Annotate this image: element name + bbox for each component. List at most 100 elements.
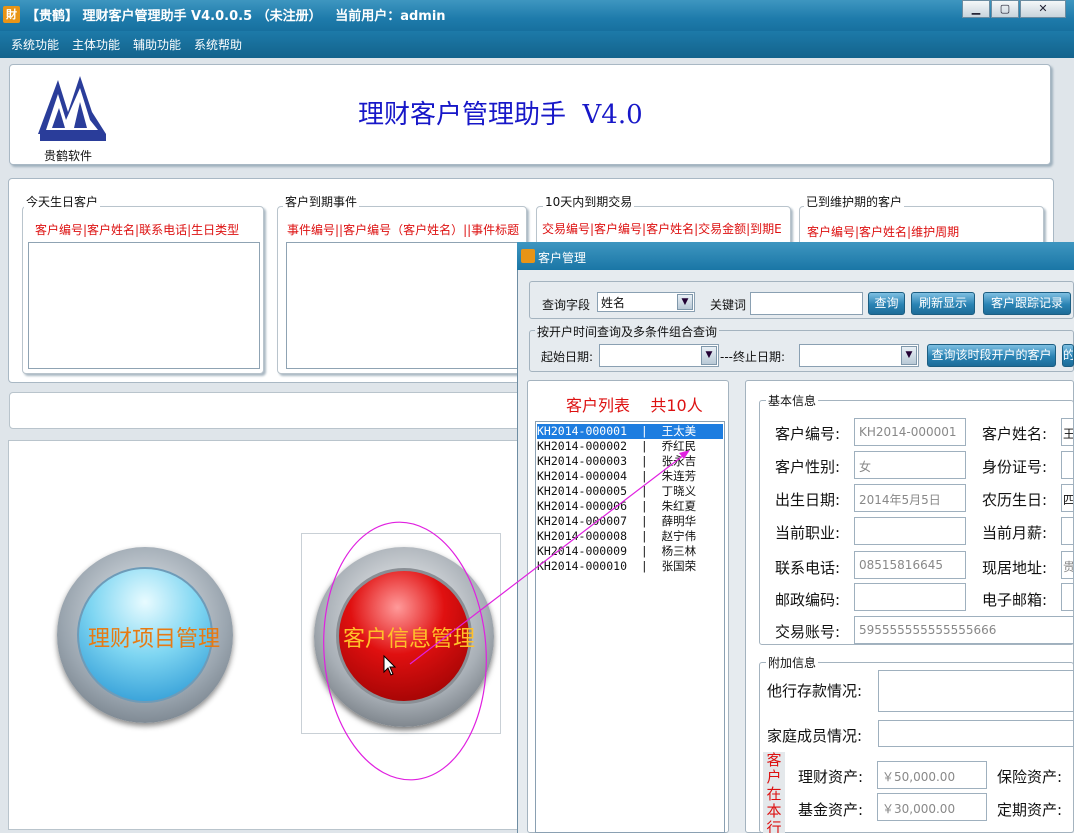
panel-birthday-title: 今天生日客户 (24, 193, 101, 210)
logo-caption: 贵鹤软件 (44, 149, 93, 163)
email-field[interactable] (1061, 583, 1074, 611)
list-item[interactable]: KH2014-000003 | 张永吉 (537, 454, 723, 469)
list-item[interactable]: KH2014-000007 | 薛明华 (537, 514, 723, 529)
address-label: 现居地址: (982, 559, 1048, 577)
address-field[interactable]: 贵 (1061, 551, 1074, 579)
app-titlebar: 財 【贵鹤】 理财客户管理助手 V4.0.0.5 （未注册） 当前用户：admi… (0, 0, 1074, 31)
list-item-separator: | (627, 544, 662, 558)
followup-button[interactable]: 客户跟踪记录 (983, 292, 1071, 315)
panel-maintenance-columns: 客户编号|客户姓名|维护周期 (807, 225, 960, 239)
panel-events-columns: 事件编号||客户编号（客户姓名）||事件标题 (287, 223, 520, 237)
list-item[interactable]: KH2014-000009 | 杨三林 (537, 544, 723, 559)
job-field[interactable] (854, 517, 966, 545)
salary-field[interactable] (1061, 517, 1074, 545)
idcard-label: 身份证号: (982, 458, 1048, 476)
list-item-name: 朱连芳 (661, 469, 697, 483)
menu-main[interactable]: 主体功能 (72, 36, 120, 53)
date-query-button[interactable]: 查询该时段开户的客户 (927, 344, 1056, 367)
list-item-name: 张永吉 (661, 454, 697, 468)
customer-id-label: 客户编号: (775, 425, 841, 443)
list-item[interactable]: KH2014-000005 | 丁晓义 (537, 484, 723, 499)
gender-label: 客户性别: (775, 458, 841, 476)
job-label: 当前职业: (775, 524, 841, 542)
extra-info-legend: 附加信息 (766, 654, 819, 671)
list-item-name: 乔红民 (661, 439, 697, 453)
zip-label: 邮政编码: (775, 591, 841, 609)
panel-trades-title: 10天内到期交易 (543, 193, 635, 210)
end-date-picker[interactable]: ▼ (799, 344, 919, 367)
list-item-id: KH2014-000009 (537, 544, 628, 558)
finance-project-label[interactable]: 理财项目管理 (88, 621, 220, 653)
list-item-id: KH2014-000004 (537, 469, 628, 483)
maximize-button[interactable]: ▢ (991, 0, 1019, 18)
chevron-down-icon[interactable]: ▼ (677, 294, 693, 310)
panel-events-title: 客户到期事件 (283, 193, 360, 210)
customer-window-title: 客户管理 (538, 251, 587, 265)
account-label: 交易账号: (775, 623, 841, 641)
list-item-separator: | (627, 424, 662, 438)
list-item-id: KH2014-000003 (537, 454, 628, 468)
app-icon: 財 (3, 6, 20, 23)
close-button[interactable]: ✕ (1020, 0, 1066, 18)
other-bank-field[interactable] (878, 670, 1074, 712)
other-bank-label: 他行存款情况: (767, 682, 863, 700)
field-label: 查询字段 (542, 298, 591, 312)
field-select[interactable]: 姓名 ▼ (597, 292, 695, 312)
menu-system[interactable]: 系统功能 (11, 36, 59, 53)
fund-field[interactable]: ￥30,000.00 (877, 793, 987, 821)
menu-aux[interactable]: 辅助功能 (133, 36, 181, 53)
lunar-birthday-label: 农历生日: (982, 491, 1048, 509)
list-item[interactable]: KH2014-000006 | 朱红夏 (537, 499, 723, 514)
end-date-label: ---终止日期: (720, 350, 786, 364)
family-field[interactable] (878, 720, 1074, 747)
refresh-button[interactable]: 刷新显示 (911, 292, 975, 315)
date-query-legend: 按开户时间查询及多条件组合查询 (535, 323, 720, 340)
zip-field[interactable] (854, 583, 966, 611)
list-item[interactable]: KH2014-000002 | 乔红民 (537, 439, 723, 454)
window-icon (521, 249, 535, 263)
field-select-value: 姓名 (601, 296, 626, 310)
customer-info-label[interactable]: 客户信息管理 (343, 621, 475, 653)
list-item-separator: | (627, 559, 662, 573)
customer-name-field[interactable]: 王 (1061, 418, 1074, 446)
customer-window-titlebar: 客户管理 (517, 242, 1074, 270)
list-item[interactable]: KH2014-000010 | 张国荣 (537, 559, 723, 574)
panel-birthday-columns: 客户编号|客户姓名|联系电话|生日类型 (35, 223, 240, 237)
assets-vertical-label: 客户在本行 (763, 752, 785, 833)
idcard-field[interactable] (1061, 451, 1074, 479)
list-item-name: 朱红夏 (661, 499, 697, 513)
customer-id-field[interactable]: KH2014-000001 (854, 418, 966, 446)
list-item-separator: | (627, 439, 662, 453)
account-field[interactable]: 595555555555555666 (854, 616, 1074, 644)
panel-events-list[interactable] (286, 242, 526, 369)
query-button[interactable]: 查询 (868, 292, 905, 315)
calendar-dropdown-icon[interactable]: ▼ (901, 346, 917, 365)
start-date-picker[interactable]: ▼ (599, 344, 719, 367)
list-item-id: KH2014-000005 (537, 484, 628, 498)
minimize-button[interactable]: ▁ (962, 0, 990, 18)
keyword-input[interactable] (750, 292, 863, 315)
list-item[interactable]: KH2014-000004 | 朱连芳 (537, 469, 723, 484)
list-item-id: KH2014-000008 (537, 529, 628, 543)
panel-trades-columns: 交易编号|客户编号|客户姓名|交易金额|到期E (542, 222, 782, 236)
start-date-label: 起始日期: (541, 350, 594, 364)
birth-field[interactable]: 2014年5月5日 (854, 484, 966, 512)
fund-label: 基金资产: (798, 801, 864, 819)
lunar-birthday-field[interactable]: 四 (1061, 484, 1074, 512)
wealth-field[interactable]: ￥50,000.00 (877, 761, 987, 789)
panel-birthday-list[interactable] (28, 242, 260, 369)
calendar-dropdown-icon[interactable]: ▼ (701, 346, 717, 365)
list-item-id: KH2014-000001 (537, 424, 628, 438)
list-item-separator: | (627, 514, 662, 528)
list-item[interactable]: KH2014-000001 | 王太美 (537, 424, 723, 439)
more-button[interactable]: 的 (1062, 344, 1074, 367)
menu-help[interactable]: 系统帮助 (194, 36, 242, 53)
list-item[interactable]: KH2014-000008 | 赵宁伟 (537, 529, 723, 544)
list-item-separator: | (627, 454, 662, 468)
list-item-separator: | (627, 484, 662, 498)
keyword-label: 关键词 (710, 298, 747, 312)
phone-field[interactable]: 08515816645 (854, 551, 966, 579)
basic-info-legend: 基本信息 (766, 392, 819, 409)
list-item-separator: | (627, 469, 662, 483)
gender-field[interactable]: 女 (854, 451, 966, 479)
